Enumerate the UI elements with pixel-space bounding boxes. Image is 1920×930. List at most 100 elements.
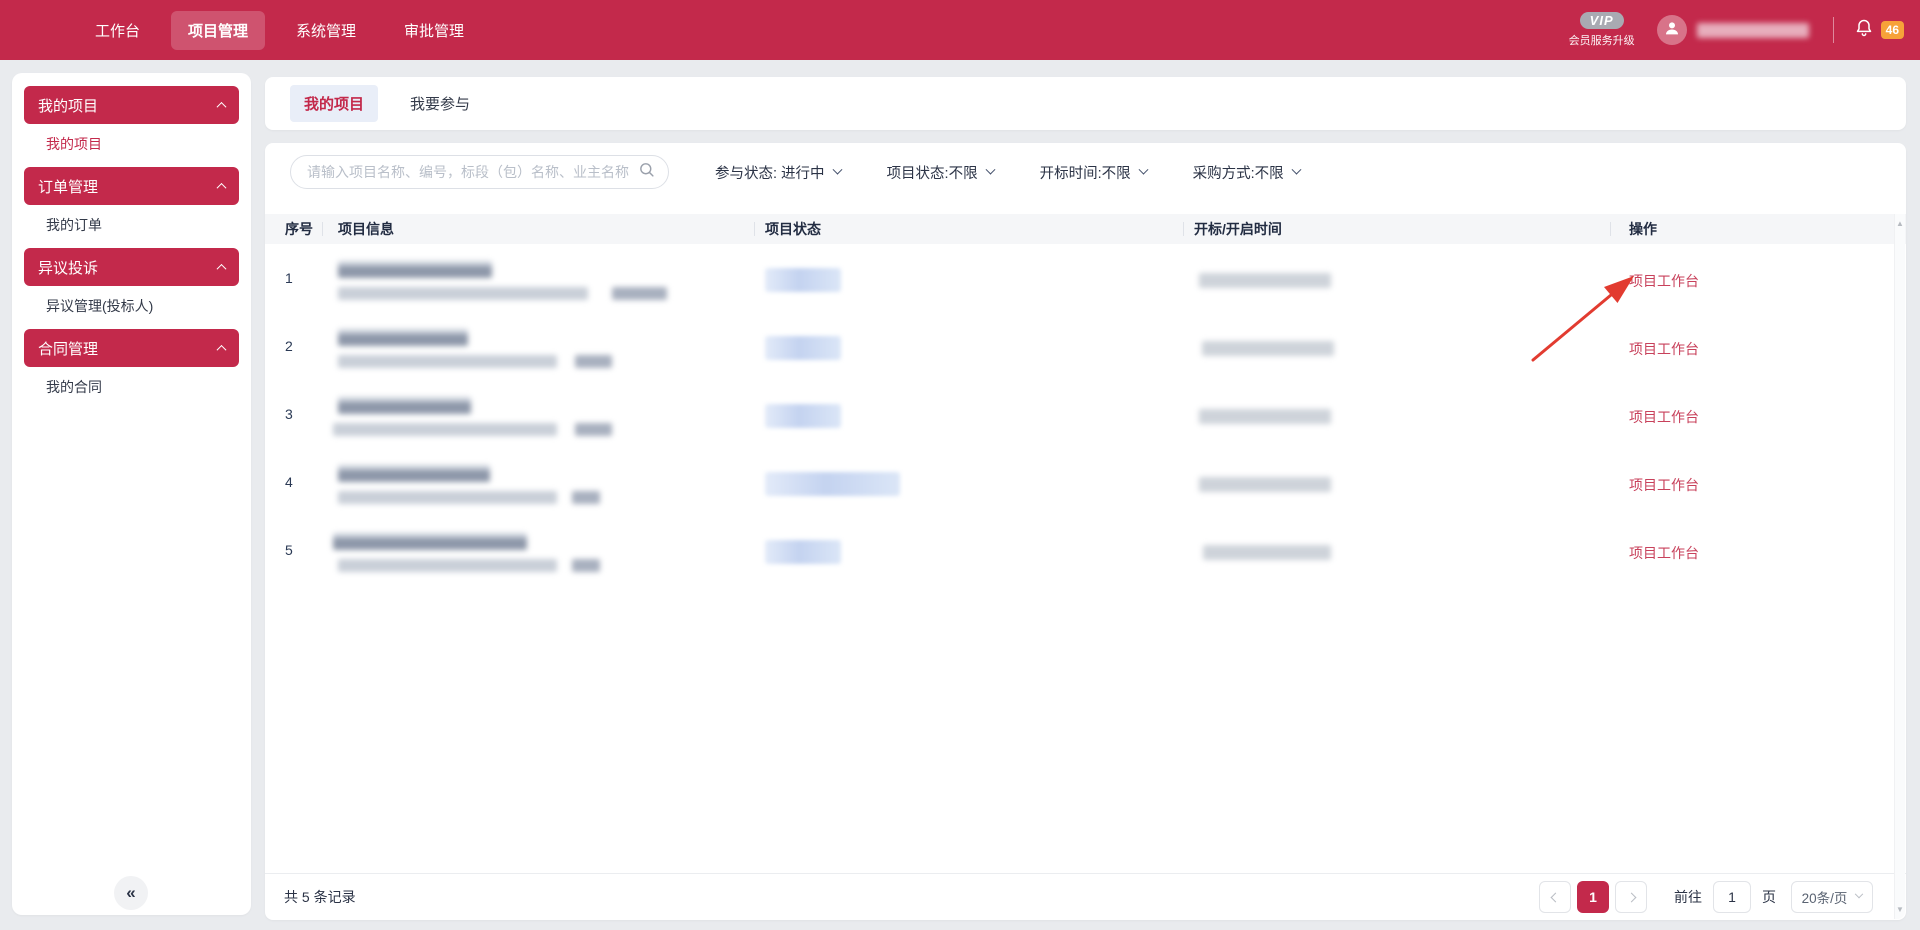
filter-label: 开标时间:不限: [1040, 162, 1131, 183]
column-separator: [322, 222, 323, 236]
chevron-down-icon: [985, 164, 995, 174]
table-row: 2 项目工作台: [265, 314, 1906, 382]
redacted-opening-time: [1199, 273, 1331, 288]
nav-item-approval-management[interactable]: 审批管理: [387, 11, 481, 50]
row-index: 1: [285, 270, 293, 286]
project-workbench-link[interactable]: 项目工作台: [1629, 475, 1699, 495]
table-row: 4 项目工作台: [265, 450, 1906, 518]
project-workbench-link[interactable]: 项目工作台: [1629, 271, 1699, 291]
topbar-divider: [1833, 17, 1834, 43]
redacted-project-name: [338, 329, 468, 346]
nav-item-project-management[interactable]: 项目管理: [171, 11, 265, 50]
tab-i-want-to-participate[interactable]: 我要参与: [396, 85, 484, 122]
search-input[interactable]: [307, 164, 638, 180]
page-size-value: 20条/页: [1802, 887, 1848, 907]
redacted-project-name: [338, 397, 471, 414]
chevron-up-icon: [217, 101, 227, 111]
column-separator: [1610, 222, 1611, 236]
page-root: 工作台 项目管理 系统管理 审批管理 VIP 会员服务升级 46: [0, 0, 1920, 930]
row-index: 3: [285, 406, 293, 422]
filter-project-status[interactable]: 项目状态:不限: [887, 162, 994, 183]
prev-page-button[interactable]: [1539, 881, 1571, 913]
sidebar-item-my-contracts[interactable]: 我的合同: [24, 377, 239, 397]
project-workbench-link[interactable]: 项目工作台: [1629, 339, 1699, 359]
inner-scrollbar[interactable]: ▲ ▼: [1894, 214, 1905, 919]
sidebar-group-contract-management[interactable]: 合同管理: [24, 329, 239, 367]
next-page-button[interactable]: [1615, 881, 1647, 913]
collapse-icon: «: [126, 883, 135, 903]
redacted-project-meta: [338, 287, 588, 300]
column-header-opening-time: 开标/开启时间: [1194, 214, 1282, 244]
column-separator: [1183, 222, 1184, 236]
scroll-down-icon[interactable]: ▼: [1895, 905, 1905, 914]
search-box: [290, 155, 669, 189]
tab-my-projects[interactable]: 我的项目: [290, 85, 378, 122]
redacted-status-badge: [765, 472, 900, 496]
row-index: 5: [285, 542, 293, 558]
sidebar-group-label: 合同管理: [38, 338, 98, 359]
redacted-status-badge: [765, 404, 841, 428]
chevron-left-icon: [1550, 892, 1560, 902]
sidebar-group-label: 异议投诉: [38, 257, 98, 278]
row-index: 4: [285, 474, 293, 490]
redacted-project-meta: [572, 559, 600, 572]
redacted-opening-time: [1199, 477, 1331, 492]
sidebar-collapse-button[interactable]: «: [114, 876, 148, 910]
sidebar: 我的项目 我的项目 订单管理 我的订单 异议投诉 异议管理(投标人) 合同管理 …: [12, 73, 251, 915]
redacted-status-badge: [765, 540, 841, 564]
goto-label: 前往: [1674, 887, 1702, 907]
nav-item-system-management[interactable]: 系统管理: [279, 11, 373, 50]
bell-icon: [1854, 18, 1874, 43]
project-workbench-link[interactable]: 项目工作台: [1629, 407, 1699, 427]
table-footer: 共 5 条记录 1 前往 页 20条/页: [265, 873, 1906, 920]
sidebar-item-objection-management[interactable]: 异议管理(投标人): [24, 296, 239, 316]
sidebar-group-objection-complaint[interactable]: 异议投诉: [24, 248, 239, 286]
avatar[interactable]: [1657, 15, 1687, 45]
top-navigation: 工作台 项目管理 系统管理 审批管理: [78, 11, 481, 50]
redacted-project-meta: [575, 355, 612, 368]
pagination: 1 前往 页 20条/页: [1539, 881, 1873, 913]
goto-page-input[interactable]: [1713, 881, 1751, 913]
filter-row: 参与状态: 进行中 项目状态:不限 开标时间:不限 采购方式:不限: [290, 155, 1300, 189]
filter-label: 采购方式:不限: [1193, 162, 1284, 183]
table-header: 序号 项目信息 项目状态 开标/开启时间 操作: [265, 214, 1906, 244]
chevron-down-icon: [832, 164, 842, 174]
project-workbench-link[interactable]: 项目工作台: [1629, 543, 1699, 563]
redacted-opening-time: [1202, 341, 1334, 356]
table-body: 1 项目工作台 2 项目工作台 3: [265, 246, 1906, 586]
sidebar-item-my-orders[interactable]: 我的订单: [24, 215, 239, 235]
sidebar-item-my-projects[interactable]: 我的项目: [24, 134, 239, 154]
sidebar-group-label: 我的项目: [38, 95, 98, 116]
table-row: 5 项目工作台: [265, 518, 1906, 586]
filter-procurement-method[interactable]: 采购方式:不限: [1193, 162, 1300, 183]
sidebar-group-order-management[interactable]: 订单管理: [24, 167, 239, 205]
notification-count-badge: 46: [1881, 21, 1904, 39]
redacted-project-name: [338, 261, 492, 278]
notifications-button[interactable]: 46: [1854, 18, 1904, 43]
row-index: 2: [285, 338, 293, 354]
vip-upgrade[interactable]: VIP 会员服务升级: [1569, 12, 1635, 48]
user-icon: [1663, 19, 1681, 42]
table-row: 3 项目工作台: [265, 382, 1906, 450]
filter-participation-status[interactable]: 参与状态: 进行中: [715, 162, 841, 183]
redacted-project-meta: [338, 491, 557, 504]
redacted-opening-time: [1203, 545, 1331, 560]
sidebar-group-my-projects[interactable]: 我的项目: [24, 86, 239, 124]
column-header-index: 序号: [285, 214, 313, 244]
redacted-project-meta: [572, 491, 600, 504]
redacted-project-name: [338, 465, 490, 482]
column-header-project-status: 项目状态: [765, 214, 821, 244]
scroll-up-icon[interactable]: ▲: [1895, 219, 1905, 228]
redacted-project-meta: [575, 423, 612, 436]
chevron-up-icon: [217, 344, 227, 354]
chevron-down-icon: [1855, 890, 1863, 898]
filter-label: 参与状态: 进行中: [715, 162, 825, 183]
search-icon[interactable]: [638, 161, 655, 183]
vip-icon: VIP: [1580, 12, 1624, 29]
table-row: 1 项目工作台: [265, 246, 1906, 314]
nav-item-workbench[interactable]: 工作台: [78, 11, 157, 50]
filter-bid-opening-time[interactable]: 开标时间:不限: [1040, 162, 1147, 183]
page-size-select[interactable]: 20条/页: [1791, 881, 1873, 913]
vip-caption: 会员服务升级: [1569, 32, 1635, 48]
current-page-button[interactable]: 1: [1577, 881, 1609, 913]
